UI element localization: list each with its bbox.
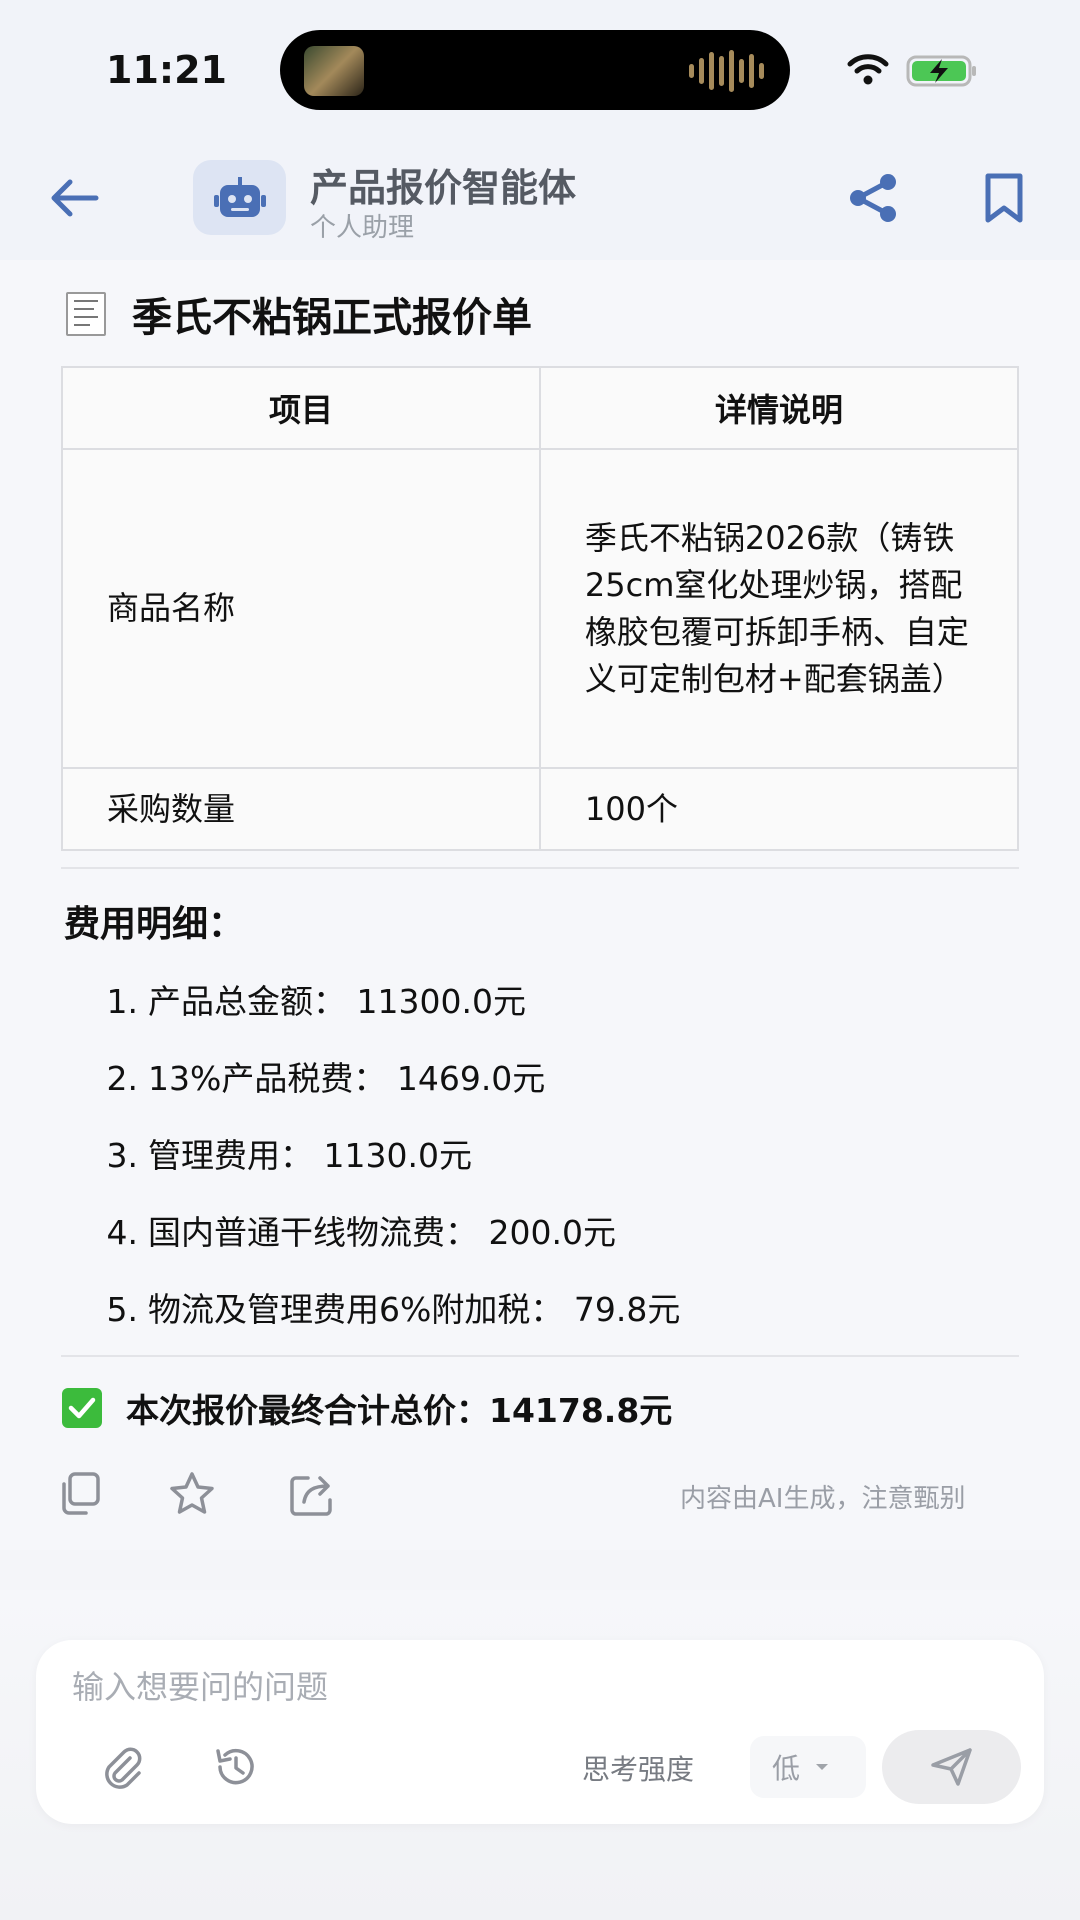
robot-icon <box>213 176 266 217</box>
copy-icon[interactable] <box>56 1470 104 1518</box>
list-item: 4. 国内普通干线物流费： 200.0元 <box>106 1213 616 1252</box>
star-icon[interactable] <box>168 1470 216 1518</box>
fees-list: 1. 产品总金额： 11300.0元 2. 13%产品税费： 1469.0元 3. 管… <box>90 975 681 1360</box>
history-icon[interactable] <box>212 1744 258 1790</box>
chevron-down-icon <box>816 1764 829 1770</box>
fees-heading: 费用明细： <box>64 904 245 945</box>
table-row: 采购数量 100个 <box>61 767 1020 851</box>
table-header-row: 项目 详情说明 <box>61 366 1020 450</box>
wifi-icon <box>847 54 889 85</box>
dynamic-island[interactable] <box>280 30 790 110</box>
send-icon <box>930 1748 972 1786</box>
list-item: 3. 管理费用： 1130.0元 <box>106 1136 472 1175</box>
receipt-icon <box>66 292 106 336</box>
list-item: 2. 13%产品税费： 1469.0元 <box>106 1059 546 1098</box>
list-item: 5. 物流及管理费用6%附加税： 79.8元 <box>106 1290 681 1329</box>
list-item: 1. 产品总金额： 11300.0元 <box>106 982 526 1021</box>
status-time: 11:21 <box>106 48 227 92</box>
quote-heading: 季氏不粘锅正式报价单 <box>66 284 532 344</box>
paperclip-icon[interactable] <box>100 1744 146 1790</box>
check-mark-icon <box>62 1388 102 1428</box>
agent-subtitle: 个人助理 <box>310 213 415 243</box>
thinking-level-value: 低 <box>772 1752 801 1785</box>
column-header-item: 项目 <box>61 366 541 450</box>
thinking-level-select[interactable]: 低 <box>750 1736 866 1798</box>
thinking-strength-label: 思考强度 <box>582 1753 695 1786</box>
forward-icon[interactable] <box>288 1470 336 1518</box>
total-line: 本次报价最终合计总价：14178.8元 <box>62 1380 672 1436</box>
agent-avatar <box>193 160 286 235</box>
cell-item: 商品名称 <box>61 448 541 769</box>
back-arrow-icon[interactable] <box>44 172 104 224</box>
quote-table: 项目 详情说明 商品名称 季氏不粘锅2026款（铸铁25cm窒化处理炒锅，搭配橡… <box>61 366 1020 851</box>
audio-waveform-icon <box>689 50 764 92</box>
share-icon[interactable] <box>846 172 902 224</box>
cell-detail: 100个 <box>538 767 1020 851</box>
quote-title: 季氏不粘锅正式报价单 <box>132 295 532 341</box>
now-playing-artwork <box>304 46 364 96</box>
divider <box>61 867 1019 869</box>
column-header-detail: 详情说明 <box>538 366 1020 450</box>
bookmark-icon[interactable] <box>980 172 1028 224</box>
message-input[interactable]: 输入想要问的问题 <box>72 1662 328 1708</box>
battery-charging-icon <box>906 55 976 87</box>
cell-item: 采购数量 <box>61 767 541 851</box>
send-button[interactable] <box>882 1730 1021 1804</box>
table-row: 商品名称 季氏不粘锅2026款（铸铁25cm窒化处理炒锅，搭配橡胶包覆可拆卸手柄… <box>61 448 1020 769</box>
agent-name: 产品报价智能体 <box>310 166 577 210</box>
cell-detail: 季氏不粘锅2026款（铸铁25cm窒化处理炒锅，搭配橡胶包覆可拆卸手柄、自定义可… <box>538 448 1020 769</box>
total-price: 本次报价最终合计总价：14178.8元 <box>126 1391 673 1430</box>
divider <box>61 1355 1019 1357</box>
ai-disclaimer: 内容由AI生成，注意甄别 <box>680 1484 966 1514</box>
